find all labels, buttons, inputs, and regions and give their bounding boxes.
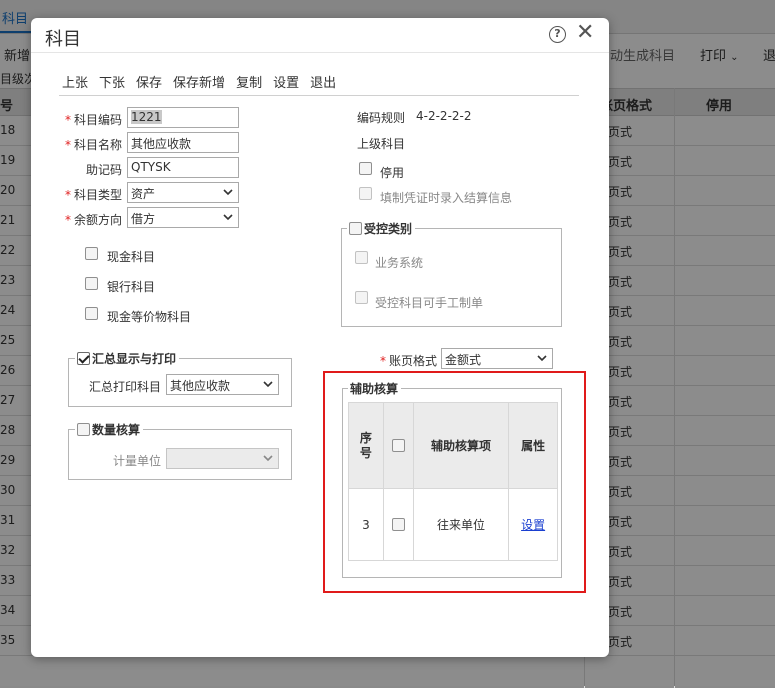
controlled-fieldset (341, 228, 562, 327)
quantity-legend: 数量核算 (75, 421, 144, 438)
parent-label: 上级科目 (357, 137, 406, 151)
dialog-title: 科目 (45, 29, 81, 50)
ledger-format-select[interactable]: 金额式 (441, 348, 553, 369)
disabled-label: 停用 (380, 166, 405, 180)
prev-button[interactable]: 上张 (62, 72, 88, 94)
name-label: * 科目名称 (64, 138, 122, 152)
close-icon[interactable]: ✕ (576, 21, 594, 45)
balance-select[interactable]: 借方 (127, 207, 239, 228)
balance-value: 借方 (131, 212, 156, 226)
summary-print-select[interactable]: 其他应收款 (166, 374, 279, 395)
manual-voucher-label: 受控科目可手工制单 (375, 296, 484, 310)
dialog-toolbar: 上张 下张 保存 保存新增 复制 设置 退出 (62, 72, 347, 94)
summary-legend: 汇总显示与打印 (75, 350, 180, 367)
chevron-down-icon (536, 352, 548, 364)
question-circle-icon[interactable]: ? (549, 26, 566, 43)
controlled-legend: 受控类别 (347, 220, 416, 237)
summary-checkbox[interactable] (77, 352, 90, 365)
save-new-button[interactable]: 保存新增 (173, 72, 225, 94)
business-system-label: 业务系统 (375, 256, 424, 270)
mnemonic-label: 助记码 (85, 163, 122, 177)
business-system-checkbox[interactable] (355, 251, 368, 264)
bank-checkbox[interactable] (85, 277, 98, 290)
quantity-checkbox[interactable] (77, 423, 90, 436)
toolbar-divider (59, 95, 579, 96)
code-label: * 科目编码 (64, 113, 122, 127)
cash-checkbox[interactable] (85, 247, 98, 260)
settlement-checkbox[interactable] (359, 187, 372, 200)
settings-button[interactable]: 设置 (273, 72, 299, 94)
name-field[interactable]: 其他应收款 (127, 132, 239, 153)
chevron-down-icon (222, 186, 234, 198)
code-field[interactable]: 1221 (127, 107, 239, 128)
type-label: * 科目类型 (64, 188, 122, 202)
chevron-down-icon (262, 452, 274, 464)
balance-label: * 余额方向 (64, 213, 122, 227)
cash-label: 现金科目 (107, 250, 156, 264)
copy-button[interactable]: 复制 (236, 72, 262, 94)
code-rule-value: 4-2-2-2-2 (416, 109, 472, 123)
bank-label: 银行科目 (107, 280, 156, 294)
save-button[interactable]: 保存 (136, 72, 162, 94)
type-value: 资产 (131, 187, 156, 201)
summary-print-value: 其他应收款 (170, 379, 231, 393)
cash-equivalent-label: 现金等价物科目 (107, 310, 192, 324)
cash-equivalent-checkbox[interactable] (85, 307, 98, 320)
settlement-label: 填制凭证时录入结算信息 (380, 191, 513, 205)
title-divider (31, 52, 609, 53)
type-select[interactable]: 资产 (127, 182, 239, 203)
code-rule-label: 编码规则 (357, 111, 406, 125)
manual-voucher-checkbox[interactable] (355, 291, 368, 304)
next-button[interactable]: 下张 (99, 72, 125, 94)
ledger-format-label: * 账页格式 (379, 354, 437, 368)
disabled-checkbox[interactable] (359, 162, 372, 175)
highlight-box (323, 371, 586, 593)
chevron-down-icon (222, 211, 234, 223)
exit-button[interactable]: 退出 (310, 72, 336, 94)
summary-print-label: 汇总打印科目 (88, 380, 161, 394)
unit-label: 计量单位 (112, 454, 161, 468)
ledger-format-value: 金额式 (445, 353, 482, 367)
mnemonic-field[interactable]: QTYSK (127, 157, 239, 178)
controlled-checkbox[interactable] (349, 222, 362, 235)
chevron-down-icon (262, 378, 274, 390)
unit-select[interactable] (166, 448, 279, 469)
